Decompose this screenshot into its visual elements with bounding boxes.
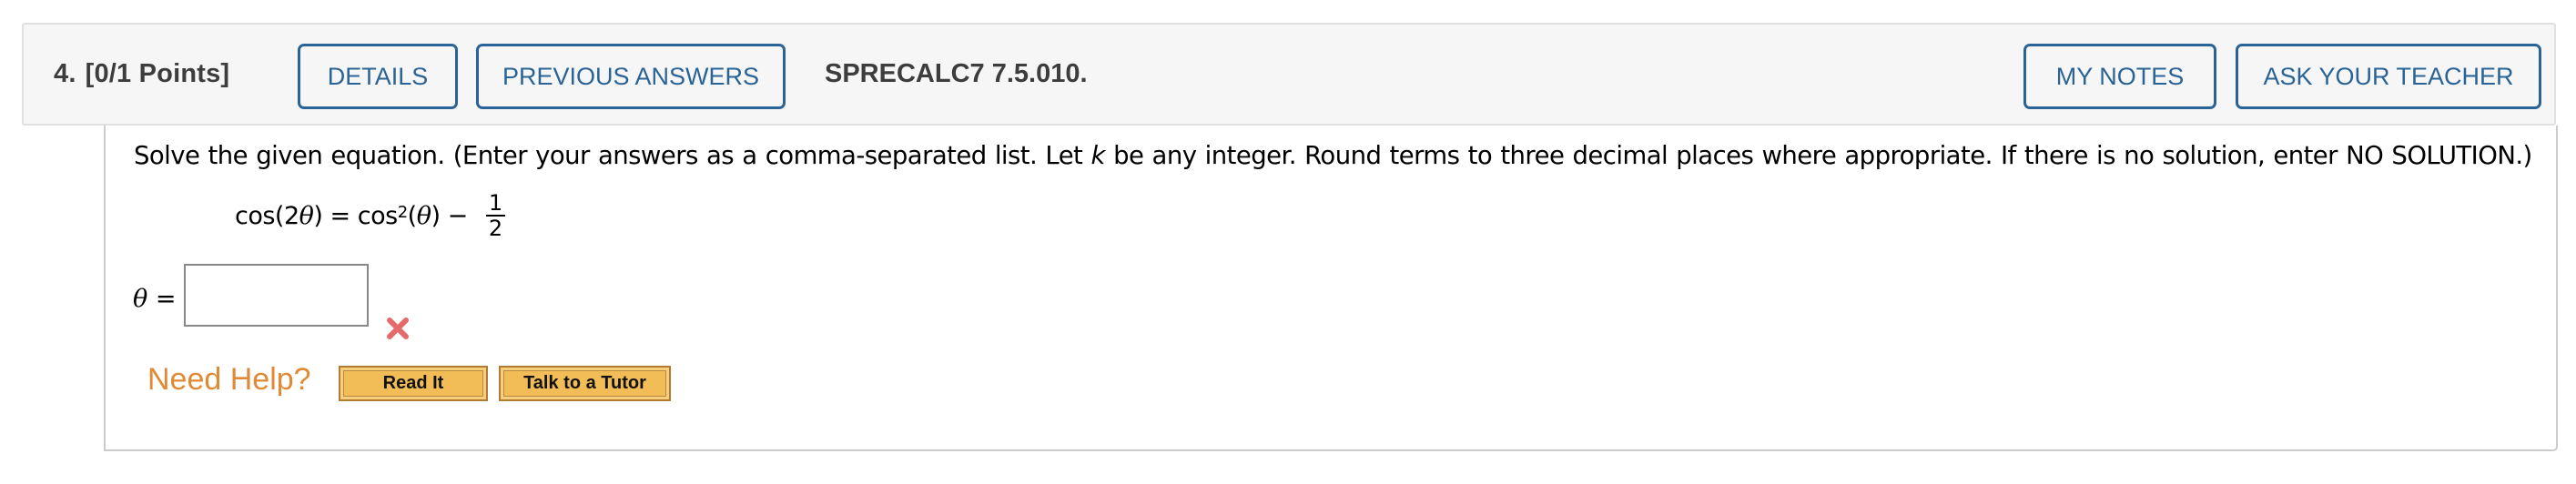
eq-equals: = xyxy=(322,201,358,230)
read-it-button[interactable]: Read It xyxy=(339,366,488,401)
equation: cos(2 θ) = cos 2(θ) − 1 2 xyxy=(235,191,505,240)
need-help-label: Need Help? xyxy=(147,362,311,397)
eq-minus: − xyxy=(440,201,475,230)
problem-code: SPRECALC7 7.5.010. xyxy=(825,59,1088,88)
talk-to-tutor-button[interactable]: Talk to a Tutor xyxy=(499,366,671,401)
eq-paren-open: ( xyxy=(407,201,418,230)
theta-answer-input[interactable] xyxy=(184,264,369,327)
answer-label: θ = xyxy=(133,285,176,313)
question-header: 4. [0/1 Points] DETAILS PREVIOUS ANSWERS … xyxy=(22,23,2556,126)
details-button[interactable]: DETAILS xyxy=(298,44,458,109)
variable-k: k xyxy=(1090,141,1105,170)
eq-rhs-func: cos xyxy=(357,201,398,230)
eq-paren: ) xyxy=(313,201,323,230)
question-body: Solve the given equation. (Enter your an… xyxy=(104,126,2558,451)
my-notes-button[interactable]: MY NOTES xyxy=(2023,44,2216,109)
eq-fraction: 1 2 xyxy=(485,191,505,241)
question-number: 4. xyxy=(54,59,76,88)
answer-label-theta: θ xyxy=(133,285,148,313)
fraction-denominator: 2 xyxy=(488,216,502,241)
incorrect-x-icon xyxy=(387,318,409,339)
previous-answers-button[interactable]: PREVIOUS ANSWERS xyxy=(476,44,786,109)
eq-theta: θ xyxy=(299,201,314,230)
eq-paren-close: ) xyxy=(431,201,441,230)
points-score: [0/1 Points] xyxy=(85,59,230,88)
eq-theta-rhs: θ xyxy=(416,201,431,230)
answer-label-equals: = xyxy=(147,285,177,313)
fraction-numerator: 1 xyxy=(485,191,505,217)
ask-your-teacher-button[interactable]: ASK YOUR TEACHER xyxy=(2236,44,2541,109)
instruction-text-cont: be any integer. Round terms to three dec… xyxy=(1104,141,2532,170)
question-points: 4. [0/1 Points] xyxy=(54,59,229,89)
instructions: Solve the given equation. (Enter your an… xyxy=(134,141,2532,170)
eq-lhs: cos(2 xyxy=(235,201,299,230)
instruction-text: Solve the given equation. (Enter your an… xyxy=(134,141,1091,170)
eq-exponent: 2 xyxy=(397,202,408,222)
